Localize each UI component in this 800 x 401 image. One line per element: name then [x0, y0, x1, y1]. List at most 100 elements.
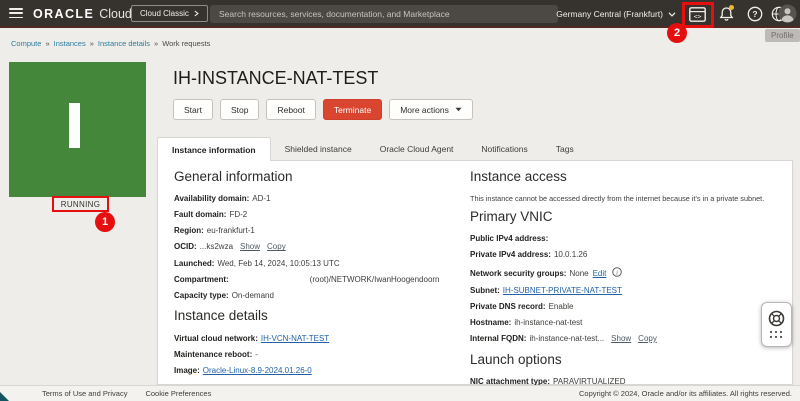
annotation-badge-step2: 2: [667, 23, 687, 43]
terms-link[interactable]: Terms of Use and Privacy: [42, 389, 127, 398]
field-compartment: Compartment: (root)/NETWORK/IwanHoogendoo…: [174, 275, 460, 285]
chevron-right-icon: [194, 10, 199, 17]
image-link[interactable]: Oracle-Linux-8.9-2024.01.26-0: [203, 366, 312, 375]
brand-oracle: ORACLE: [33, 7, 95, 21]
field-value: ...ks2wza: [199, 242, 234, 252]
reboot-button[interactable]: Reboot: [266, 99, 316, 120]
footer-links: Terms of Use and Privacy Cookie Preferen…: [42, 389, 211, 398]
info-icon[interactable]: i: [612, 266, 623, 279]
drag-dots-icon[interactable]: [770, 331, 783, 339]
field-region: Region: eu-frankfurt-1: [174, 226, 460, 236]
help-icon[interactable]: ?: [746, 5, 764, 23]
footer: Terms of Use and Privacy Cookie Preferen…: [0, 385, 800, 401]
tab-notifications[interactable]: Notifications: [467, 137, 541, 161]
field-label: Maintenance reboot:: [174, 349, 253, 359]
region-label: Germany Central (Frankfurt): [556, 9, 663, 19]
instance-details-heading: Instance details: [174, 308, 268, 324]
instance-information-panel: General information Availability domain:…: [157, 160, 793, 386]
breadcrumb-compute[interactable]: Compute: [11, 39, 41, 48]
field-label: Image:: [174, 365, 200, 375]
cloud-classic-button[interactable]: Cloud Classic: [131, 5, 208, 22]
hamburger-menu-icon[interactable]: [9, 8, 23, 20]
copyright-text: Copyright © 2024, Oracle and/or its affi…: [579, 389, 792, 398]
breadcrumb-separator: »: [154, 39, 159, 48]
field-value: AD-1: [252, 194, 271, 204]
copy-link[interactable]: Copy: [638, 334, 657, 343]
field-label: OCID:: [174, 242, 197, 252]
annotation-badge-step1: 1: [95, 212, 115, 232]
breadcrumb: Compute » Instances » Instance details »…: [11, 39, 210, 48]
svg-text:i: i: [616, 269, 618, 276]
notification-dot: [729, 5, 734, 10]
vcn-link[interactable]: IH-VCN-NAT-TEST: [261, 334, 329, 343]
field-label: Public IPv4 address:: [470, 234, 549, 244]
notifications-bell-icon[interactable]: [717, 5, 735, 23]
cookie-preferences-link[interactable]: Cookie Preferences: [145, 389, 211, 398]
breadcrumb-instance-details[interactable]: Instance details: [98, 39, 150, 48]
region-selector[interactable]: Germany Central (Frankfurt): [556, 9, 676, 19]
field-label: Region:: [174, 226, 204, 236]
field-image: Image: Oracle-Linux-8.9-2024.01.26-0: [174, 366, 460, 376]
search-input[interactable]: [219, 9, 549, 19]
field-virtual-cloud-network: Virtual cloud network: IH-VCN-NAT-TEST: [174, 334, 460, 344]
tab-instance-information[interactable]: Instance information: [157, 137, 271, 161]
general-information-heading: General information: [174, 169, 293, 184]
right-column: Instance access This instance cannot be …: [470, 169, 788, 393]
subnet-link[interactable]: IH-SUBNET-PRIVATE-NAT-TEST: [503, 286, 622, 295]
field-availability-domain: Availability domain: AD-1: [174, 194, 460, 204]
page-title: IH-INSTANCE-NAT-TEST: [173, 68, 379, 88]
start-button[interactable]: Start: [173, 99, 213, 120]
field-value: On-demand: [231, 290, 274, 300]
field-label: Internal FQDN:: [470, 333, 527, 343]
field-label: Private IPv4 address:: [470, 250, 551, 260]
field-label: Network security groups:: [470, 268, 567, 278]
copy-link[interactable]: Copy: [267, 242, 286, 251]
field-label: Fault domain:: [174, 210, 227, 220]
field-capacity-type: Capacity type: On-demand: [174, 291, 460, 301]
field-value: Enable: [548, 301, 574, 311]
field-value: Wed, Feb 14, 2024, 10:05:13 UTC: [217, 258, 340, 268]
more-actions-button[interactable]: More actions: [389, 99, 473, 120]
show-link[interactable]: Show: [611, 334, 631, 343]
field-label: Launched:: [174, 258, 215, 268]
breadcrumb-instances[interactable]: Instances: [54, 39, 86, 48]
field-network-security-groups: Network security groups: None Edit i: [470, 266, 788, 280]
field-value: 10.0.1.26: [553, 250, 588, 260]
field-value: (root)/NETWORK/IwanHoogendoorn: [309, 274, 440, 284]
field-ocid: OCID: ...ks2wza Show Copy: [174, 242, 460, 252]
field-launched: Launched: Wed, Feb 14, 2024, 10:05:13 UTC: [174, 259, 460, 269]
support-widget[interactable]: [761, 302, 792, 347]
field-label: Compartment:: [174, 274, 229, 284]
oracle-cloud-logo: ORACLE Cloud: [33, 7, 132, 21]
instance-glyph: [69, 103, 80, 148]
field-label: Capacity type:: [174, 290, 229, 300]
field-label: Virtual cloud network:: [174, 333, 258, 343]
launch-options-heading: Launch options: [470, 351, 562, 367]
instance-status-square: [9, 62, 146, 197]
primary-vnic-heading: Primary VNIC: [470, 209, 553, 225]
field-fault-domain: Fault domain: FD-2: [174, 210, 460, 220]
breadcrumb-separator: »: [89, 39, 94, 48]
support-life-ring-icon[interactable]: [768, 310, 785, 327]
corner-widget-fragment: [0, 392, 9, 401]
field-private-ipv4: Private IPv4 address: 10.0.1.26: [470, 250, 788, 260]
tab-oracle-cloud-agent[interactable]: Oracle Cloud Agent: [366, 137, 468, 161]
breadcrumb-current: Work requests: [162, 39, 211, 48]
cloud-classic-label: Cloud Classic: [140, 9, 189, 18]
caret-down-icon: [455, 107, 462, 112]
field-value: ih-instance-nat-test: [514, 317, 583, 327]
chevron-down-icon: [668, 11, 676, 17]
show-link[interactable]: Show: [240, 242, 260, 251]
instance-access-heading: Instance access: [470, 169, 567, 184]
tab-tags[interactable]: Tags: [542, 137, 588, 161]
field-maintenance-reboot: Maintenance reboot: -: [174, 350, 460, 360]
brand-cloud: Cloud: [99, 7, 132, 21]
terminate-button[interactable]: Terminate: [322, 99, 383, 120]
tab-shielded-instance[interactable]: Shielded instance: [271, 137, 366, 161]
profile-tooltip: Profile: [765, 29, 800, 42]
profile-avatar-icon[interactable]: [778, 4, 797, 23]
field-label: Subnet:: [470, 285, 500, 295]
edit-link[interactable]: Edit: [593, 269, 607, 278]
field-hostname: Hostname: ih-instance-nat-test: [470, 318, 788, 328]
stop-button[interactable]: Stop: [219, 99, 260, 120]
